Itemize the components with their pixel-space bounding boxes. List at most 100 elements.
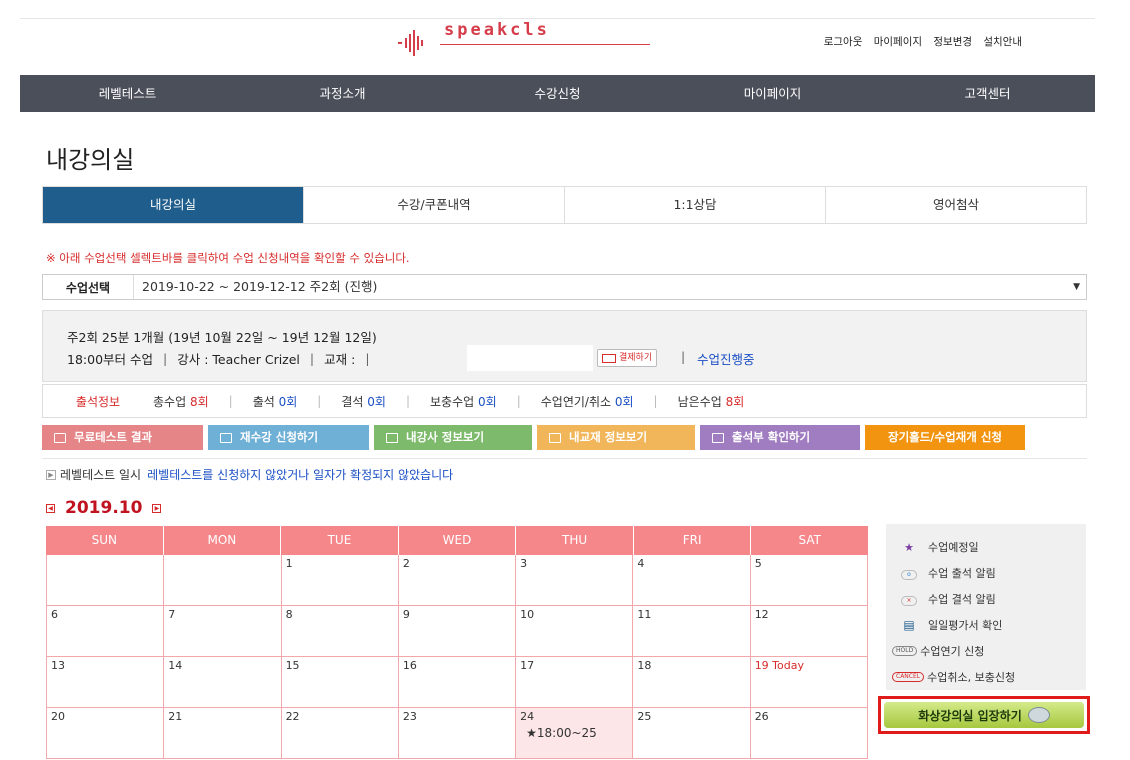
calendar-day[interactable]: 23 — [397, 708, 515, 758]
enter-classroom-button-frame: 화상강의실 입장하기 — [878, 696, 1090, 734]
notice-text: ※ 아래 수업선택 셀렉트바를 클릭하여 수업 신청내역을 확인할 수 있습니다… — [46, 251, 410, 265]
pay-button-label: 결제하기 — [619, 353, 653, 363]
calendar-day[interactable]: 14 — [163, 657, 280, 707]
arrow-right-icon: ▶ — [46, 469, 56, 480]
class-status-link[interactable]: 수업진행중 — [697, 349, 755, 368]
legend-label: 일일평가서 확인 — [928, 619, 1003, 632]
enter-classroom-button[interactable]: 화상강의실 입장하기 — [884, 702, 1084, 728]
calendar-day[interactable]: 8 — [280, 606, 398, 656]
calendar-day[interactable]: 1 — [280, 555, 398, 605]
calendar-day[interactable]: 6 — [46, 606, 163, 656]
weekday-tue: TUE — [280, 526, 398, 555]
calendar-day[interactable]: 7 — [163, 606, 280, 656]
level-test-label: 레벨테스트 일시 — [60, 468, 142, 482]
postpone-count: 0회 — [614, 394, 634, 409]
legend-item: ▤ 일일평가서 확인 — [900, 612, 1086, 638]
logo-wave-icon — [398, 30, 423, 56]
separator: | — [681, 349, 686, 364]
nav-enroll[interactable]: 수강신청 — [450, 75, 665, 112]
calendar-day[interactable]: 20 — [46, 708, 163, 758]
user-icon — [386, 432, 398, 443]
calendar-day[interactable]: 2 — [397, 555, 515, 605]
star-icon: ★ — [904, 540, 914, 554]
calendar-day[interactable]: 4 — [632, 555, 749, 605]
re-enroll-button[interactable]: 재수강 신청하기 — [208, 425, 369, 450]
calendar-header: SUN MON TUE WED THU FRI SAT — [46, 526, 868, 555]
calendar-icon — [712, 432, 724, 443]
remaining-count: 8회 — [725, 394, 745, 409]
class-schedule-mark[interactable]: ★18:00~25 — [526, 726, 597, 740]
calendar-day[interactable]: 11 — [632, 606, 749, 656]
nav-support[interactable]: 고객센터 — [880, 75, 1095, 112]
attendance-icon: o — [900, 566, 918, 580]
total-count: 8회 — [189, 394, 209, 409]
calendar-week: 1 2 3 4 5 — [46, 555, 868, 606]
install-guide-link[interactable]: 설치안내 — [983, 36, 1022, 48]
calendar-day — [46, 555, 163, 605]
weekday-fri: FRI — [632, 526, 751, 555]
next-month-icon[interactable]: ▶ — [152, 503, 162, 513]
section-divider — [42, 458, 1087, 459]
separator: | — [228, 394, 233, 408]
attendance-row: 출석정보 총수업 8회 | 출석 0회 | 결석 0회 | 보충수업 0회 | … — [42, 384, 1087, 418]
calendar-day — [163, 555, 280, 605]
monitor-icon — [220, 432, 232, 443]
calendar-day[interactable]: 17 — [515, 657, 632, 707]
calendar-day[interactable]: 15 — [280, 657, 398, 707]
tab-enrollment-history[interactable]: 수강/쿠폰내역 — [303, 187, 564, 223]
attendance-label: 출석정보 — [75, 394, 121, 409]
legend-label: 수업취소, 보충신청 — [927, 671, 1016, 684]
separator: | — [516, 394, 521, 408]
level-test-info: ▶ 레벨테스트 일시 레벨테스트를 신청하지 않았거나 일자가 확정되지 않았습… — [46, 466, 453, 483]
logo-text: speakcls — [444, 20, 550, 40]
calendar-week: 6 7 8 9 10 11 12 — [46, 606, 868, 657]
separator: | — [317, 394, 322, 408]
tab-my-classroom[interactable]: 내강의실 — [43, 187, 303, 223]
calendar-day[interactable]: 26 — [749, 708, 868, 758]
calendar-day[interactable]: 21 — [163, 708, 280, 758]
separator: | — [405, 394, 410, 408]
logo[interactable]: speakcls — [396, 20, 656, 62]
main-nav: 레벨테스트 과정소개 수강신청 마이페이지 고객센터 — [20, 75, 1095, 112]
page-title: 내강의실 — [46, 146, 135, 174]
calendar-day[interactable]: 5 — [749, 555, 868, 605]
calendar-day[interactable]: 10 — [515, 606, 632, 656]
re-enroll-label: 재수강 신청하기 — [240, 430, 319, 444]
free-test-result-button[interactable]: 무료테스트 결과 — [42, 425, 203, 450]
teacher-info-label: 내강사 정보보기 — [406, 430, 485, 444]
weekday-sat: SAT — [750, 526, 868, 555]
absent-classes: 결석 0회 — [341, 393, 386, 410]
weekday-thu: THU — [515, 526, 633, 555]
nav-level-test[interactable]: 레벨테스트 — [20, 75, 235, 112]
legend-label: 수업예정일 — [928, 541, 979, 554]
nav-courses[interactable]: 과정소개 — [235, 75, 450, 112]
long-hold-button[interactable]: 장기홀드/수업재개 신청 — [865, 425, 1025, 450]
material-info-button[interactable]: 내교재 정보보기 — [537, 425, 695, 450]
weekday-wed: WED — [397, 526, 516, 555]
prev-month-icon[interactable]: ◀ — [46, 503, 55, 513]
pay-button[interactable]: 결제하기 — [597, 349, 658, 367]
nav-mypage[interactable]: 마이페이지 — [665, 75, 880, 112]
attendance-check-button[interactable]: 출석부 확인하기 — [700, 425, 860, 450]
teacher-info-button[interactable]: 내강사 정보보기 — [374, 425, 532, 450]
calendar-day[interactable]: 9 — [397, 606, 515, 656]
tab-consult[interactable]: 1:1상담 — [564, 187, 825, 223]
makeup-count: 0회 — [478, 394, 497, 409]
material-info-label: 내교재 정보보기 — [569, 430, 648, 444]
edit-info-link[interactable]: 정보변경 — [933, 36, 972, 48]
class-select[interactable]: 2019-10-22 ~ 2019-12-12 주2회 (진행) ▼ — [133, 275, 1086, 299]
weekday-sun: SUN — [91, 533, 117, 547]
calendar: SUN MON TUE WED THU FRI SAT 1 2 3 4 5 6 … — [46, 526, 868, 759]
calendar-day[interactable]: 12 — [749, 606, 868, 656]
mypage-link[interactable]: 마이페이지 — [874, 36, 922, 48]
calendar-day-today[interactable]: 19 Today — [749, 657, 868, 707]
tab-correction[interactable]: 영어첨삭 — [825, 187, 1086, 223]
logout-link[interactable]: 로그아웃 — [824, 36, 863, 48]
calendar-day[interactable]: 3 — [515, 555, 632, 605]
calendar-day-class[interactable]: 24 ★18:00~25 — [515, 708, 633, 758]
calendar-day[interactable]: 18 — [632, 657, 749, 707]
calendar-day[interactable]: 22 — [280, 708, 398, 758]
calendar-day[interactable]: 13 — [46, 657, 163, 707]
calendar-day[interactable]: 16 — [397, 657, 515, 707]
calendar-day[interactable]: 25 — [632, 708, 749, 758]
